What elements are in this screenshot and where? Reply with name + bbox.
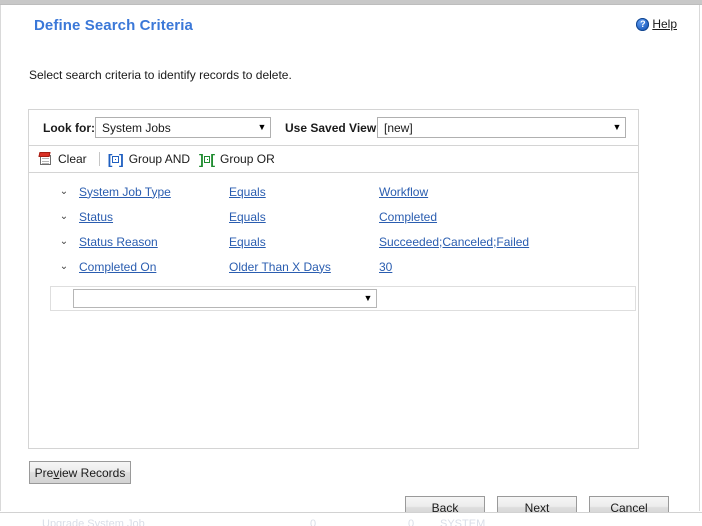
row-chevron-down-icon[interactable]: ⌄	[58, 236, 70, 247]
look-for-dropdown[interactable]: System Jobs ▼	[95, 117, 271, 138]
criteria-operator-link[interactable]: Older Than X Days	[229, 260, 331, 274]
lookfor-bar: Look for: System Jobs ▼ Use Saved View: …	[29, 110, 638, 146]
row-chevron-down-icon[interactable]: ⌄	[58, 261, 70, 272]
criteria-field-link[interactable]: System Job Type	[79, 185, 171, 199]
group-or-brackets-icon: ][	[199, 151, 216, 167]
group-or-button-label: Group OR	[220, 152, 275, 166]
preview-records-button[interactable]: Pre v iew Records	[29, 461, 131, 484]
use-saved-view-label: Use Saved View:	[285, 121, 381, 135]
criteria-operator-link[interactable]: Equals	[229, 185, 266, 199]
row-chevron-down-icon[interactable]: ⌄	[58, 211, 70, 222]
criteria-value-link[interactable]: Succeeded;Canceled;Failed	[379, 235, 529, 249]
criteria-rows: ⌄ System Job Type Equals Workflow ⌄ Stat…	[29, 173, 638, 311]
background-window-strip: Upgrade System Job 0 0 SYSTEM	[0, 512, 702, 526]
preview-records-label-post: iew Records	[59, 465, 126, 480]
look-for-label: Look for:	[43, 121, 95, 135]
criteria-row: ⌄ Completed On Older Than X Days 30	[29, 254, 638, 279]
toolbar-divider	[98, 152, 100, 166]
row-chevron-down-icon[interactable]: ⌄	[58, 186, 70, 197]
criteria-operator-link[interactable]: Equals	[229, 235, 266, 249]
chevron-down-icon: ▼	[257, 122, 267, 132]
chevron-down-icon: ▼	[363, 293, 373, 303]
help-link-label: Help	[652, 17, 677, 31]
clear-button[interactable]: Clear	[36, 150, 93, 168]
group-and-button[interactable]: [] Group AND	[105, 150, 196, 168]
criteria-value-link[interactable]: Completed	[379, 210, 437, 224]
clear-page-icon	[38, 152, 53, 166]
group-or-button[interactable]: ][ Group OR	[196, 150, 281, 168]
criteria-value-link[interactable]: 30	[379, 260, 392, 274]
new-criteria-field-dropdown[interactable]: ▼	[73, 289, 377, 308]
page-title: Define Search Criteria	[34, 17, 193, 34]
criteria-field-link[interactable]: Status	[79, 210, 113, 224]
preview-records-label-pre: Pre	[34, 465, 54, 480]
help-circle-icon: ?	[636, 17, 650, 31]
search-criteria-panel: Look for: System Jobs ▼ Use Saved View: …	[28, 109, 639, 449]
define-search-criteria-dialog: Define Search Criteria ? Help Select sea…	[0, 5, 700, 519]
criteria-value-link[interactable]: Workflow	[379, 185, 428, 199]
criteria-row: ⌄ System Job Type Equals Workflow	[29, 179, 638, 204]
criteria-operator-link[interactable]: Equals	[229, 210, 266, 224]
criteria-field-link[interactable]: Completed On	[79, 260, 156, 274]
criteria-toolbar: Clear [] Group AND ][ Group OR	[29, 146, 638, 173]
look-for-value: System Jobs	[102, 120, 171, 135]
group-and-button-label: Group AND	[128, 152, 191, 166]
chevron-down-icon: ▼	[612, 122, 622, 132]
use-saved-view-dropdown[interactable]: [new] ▼	[377, 117, 626, 138]
new-criteria-row: ▼	[50, 286, 636, 311]
criteria-row: ⌄ Status Equals Completed	[29, 204, 638, 229]
instruction-text: Select search criteria to identify recor…	[29, 68, 292, 82]
clear-button-label: Clear	[58, 152, 87, 166]
use-saved-view-value: [new]	[384, 120, 413, 135]
criteria-field-link[interactable]: Status Reason	[79, 235, 158, 249]
criteria-row: ⌄ Status Reason Equals Succeeded;Cancele…	[29, 229, 638, 254]
help-link[interactable]: ? Help	[636, 17, 677, 31]
group-and-brackets-icon: []	[107, 151, 124, 167]
